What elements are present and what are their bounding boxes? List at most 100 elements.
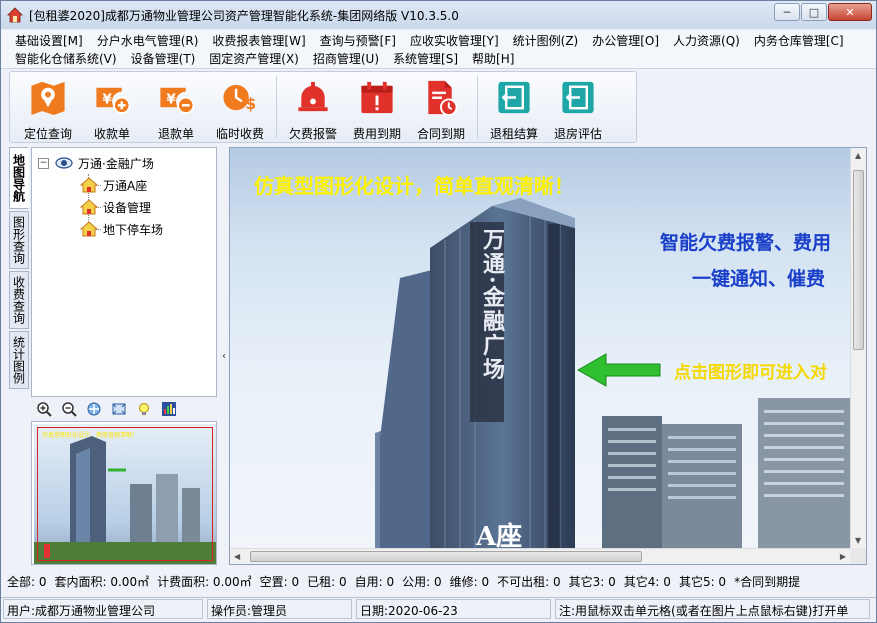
tree-item-label: 地下停车场: [103, 222, 164, 237]
building-a-label[interactable]: A座: [476, 516, 522, 548]
scroll-up-icon[interactable]: ▲: [855, 151, 861, 160]
tree-item-label: 设备管理: [103, 200, 152, 215]
chart-icon[interactable]: [160, 400, 178, 418]
scroll-down-icon[interactable]: ▼: [855, 536, 861, 545]
summary-repair: 维修: 0: [449, 574, 490, 589]
viewport-frame[interactable]: [37, 427, 213, 561]
zoom-in-icon[interactable]: [35, 400, 53, 418]
menu-help[interactable]: 帮助[H]: [472, 50, 514, 67]
toolbar-separator: [276, 76, 277, 138]
summary-public: 公用: 0: [402, 574, 442, 589]
summary-other3: 其它3: 0: [568, 574, 616, 589]
eye-icon: [55, 157, 73, 169]
locate-query-button[interactable]: 定位查询: [16, 72, 80, 142]
main-map-view: 仿真型图形化设计，简单直观清晰！ 智能欠费报警、费用 一键通知、催费 点击图形即…: [229, 147, 867, 565]
summary-vacant: 空置: 0: [259, 574, 300, 589]
property-tree: − 万通·金融广场 万通A座 设备管理 地下停车场: [31, 147, 217, 397]
document-clock-icon: [428, 80, 458, 117]
yen-add-icon: ¥: [96, 87, 131, 115]
light-bulb-icon[interactable]: [135, 400, 153, 418]
menu-statistics-charts[interactable]: 统计图例(Z): [513, 32, 579, 49]
vertical-scroll-thumb[interactable]: [853, 170, 864, 350]
menu-warehouse[interactable]: 内务仓库管理[C]: [754, 32, 844, 49]
toolbar-separator: [477, 76, 478, 138]
menu-smart-storage[interactable]: 智能化仓储系统(V): [15, 50, 117, 67]
pan-icon[interactable]: [85, 400, 103, 418]
clock-dollar-icon: $: [223, 84, 256, 113]
menu-fee-reports[interactable]: 收费报表管理[W]: [212, 32, 305, 49]
menu-fixed-assets[interactable]: 固定资产管理(X): [209, 50, 299, 67]
horizontal-scrollbar[interactable]: ◀ ▶: [230, 548, 850, 564]
summary-billing-area: 计费面积: 0.00㎡: [157, 574, 252, 589]
collapse-toggle[interactable]: −: [38, 157, 49, 169]
menu-receivable[interactable]: 应收实收管理[Y]: [410, 32, 499, 49]
status-bar: 用户:成都万通物业管理公司 操作员:管理员 日期:2020-06-23 注:用鼠…: [1, 597, 876, 619]
zoom-out-icon[interactable]: [60, 400, 78, 418]
checkout-eval-button[interactable]: 退房评估: [546, 72, 610, 142]
unit-summary-bar: 全部: 0 套内面积: 0.00㎡ 计费面积: 0.00㎡ 空置: 0 已租: …: [1, 571, 876, 591]
canvas-headline: 仿真型图形化设计，简单直观清晰！: [254, 174, 574, 198]
menu-basic-settings[interactable]: 基础设置[M]: [15, 32, 83, 49]
tree-item-building-a[interactable]: 万通A座: [80, 176, 147, 194]
building-sign: 万通·金融广场: [479, 228, 505, 382]
thumbnail-image: 仿真型图形化设计，简单直观清晰！: [34, 424, 216, 564]
tab-map-navigation[interactable]: 地图导航: [9, 147, 29, 209]
tree-item-label: 万通A座: [103, 178, 148, 193]
tree-root[interactable]: − 万通·金融广场: [38, 154, 154, 172]
maximize-button[interactable]: □: [801, 3, 827, 21]
yen-subtract-icon: ¥: [160, 87, 195, 115]
arrears-alarm-label: 欠费报警: [288, 127, 337, 141]
menu-utility-management[interactable]: 分户水电气管理(R): [97, 32, 199, 49]
checkout-eval-label: 退房评估: [553, 127, 602, 141]
summary-inner-area: 套内面积: 0.00㎡: [54, 574, 150, 589]
horizontal-scroll-thumb[interactable]: [250, 551, 642, 562]
lease-settle-label: 退租结算: [489, 127, 538, 141]
vertical-scrollbar[interactable]: ▲ ▼: [850, 148, 866, 548]
tree-item-parking[interactable]: 地下停车场: [80, 220, 163, 238]
summary-other4: 其它4: 0: [623, 574, 671, 589]
tab-statistics[interactable]: 统计图例: [9, 331, 29, 389]
svg-text:¥: ¥: [166, 91, 176, 107]
house-icon: [80, 199, 98, 215]
menu-leasing[interactable]: 招商管理(U): [313, 50, 379, 67]
main-toolbar: 定位查询 ¥ 收款单 ¥ 退款单 $ 临时收费 欠费报警 费用到期 合同到期 退…: [9, 71, 637, 143]
title-bar: [包租婆2020]成都万通物业管理公司资产管理智能化系统-集团网络版 V10.3…: [1, 1, 876, 29]
refund-button[interactable]: ¥ 退款单: [144, 72, 208, 142]
status-operator: 操作员:管理员: [207, 599, 352, 619]
tree-item-equipment[interactable]: 设备管理: [80, 198, 151, 216]
svg-text:$: $: [245, 95, 256, 113]
app-window: [包租婆2020]成都万通物业管理公司资产管理智能化系统-集团网络版 V10.3…: [0, 0, 877, 623]
tab-graphic-query[interactable]: 图形查询: [9, 211, 29, 269]
scroll-left-icon[interactable]: ◀: [234, 552, 240, 561]
lease-settle-button[interactable]: 退租结算: [482, 72, 546, 142]
calendar-alert-icon: [361, 81, 393, 114]
menu-equipment[interactable]: 设备管理(T): [131, 50, 196, 67]
close-button[interactable]: ✕: [828, 3, 872, 21]
fit-view-icon[interactable]: [110, 400, 128, 418]
svg-text:¥: ¥: [102, 91, 112, 107]
menu-query-warning[interactable]: 查询与预警[F]: [320, 32, 396, 49]
temp-charge-label: 临时收费: [215, 127, 264, 141]
menu-row-1: 基础设置[M] 分户水电气管理(R) 收费报表管理[W] 查询与预警[F] 应收…: [1, 31, 876, 49]
menu-bar: 基础设置[M] 分户水电气管理(R) 收费报表管理[W] 查询与预警[F] 应收…: [1, 31, 876, 69]
menu-hr[interactable]: 人力资源(Q): [673, 32, 740, 49]
menu-office[interactable]: 办公管理[O]: [592, 32, 659, 49]
map-pin-icon: [31, 81, 65, 116]
status-date: 日期:2020-06-23: [356, 599, 551, 619]
contract-due-button[interactable]: 合同到期: [409, 72, 473, 142]
tab-fee-query[interactable]: 收费查询: [9, 271, 29, 329]
arrears-alarm-button[interactable]: 欠费报警: [281, 72, 345, 142]
receipt-button[interactable]: ¥ 收款单: [80, 72, 144, 142]
left-vertical-tabs: 地图导航 图形查询 收费查询 统计图例: [9, 147, 29, 567]
minimize-button[interactable]: ─: [774, 3, 800, 21]
temp-charge-button[interactable]: $ 临时收费: [208, 72, 272, 142]
fee-due-button[interactable]: 费用到期: [345, 72, 409, 142]
panel-splitter[interactable]: ‹: [220, 147, 228, 565]
building-canvas[interactable]: 仿真型图形化设计，简单直观清晰！ 智能欠费报警、费用 一键通知、催费 点击图形即…: [230, 148, 850, 548]
menu-row-2: 智能化仓储系统(V) 设备管理(T) 固定资产管理(X) 招商管理(U) 系统管…: [1, 49, 876, 67]
menu-system[interactable]: 系统管理[S]: [393, 50, 458, 67]
click-hint: 点击图形即可进入对: [674, 363, 827, 383]
scroll-right-icon[interactable]: ▶: [840, 552, 846, 561]
map-thumbnail[interactable]: 仿真型图形化设计，简单直观清晰！: [31, 421, 217, 565]
map-zoom-toolbar: [31, 399, 217, 419]
